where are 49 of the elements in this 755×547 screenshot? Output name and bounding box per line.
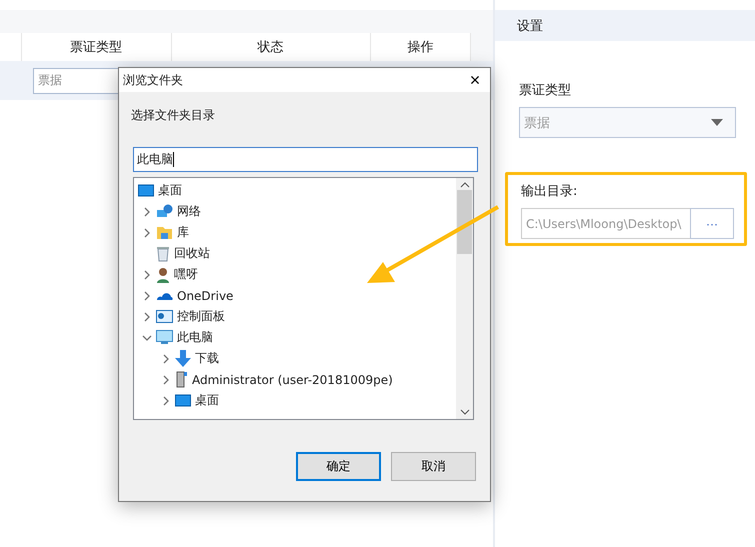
scrollbar-thumb[interactable] bbox=[457, 190, 472, 254]
folder-tree-item[interactable]: 库 bbox=[177, 224, 189, 241]
dialog-title: 浏览文件夹 bbox=[123, 72, 183, 88]
close-button[interactable]: × bbox=[460, 68, 490, 92]
panel-title: 设置 bbox=[495, 10, 755, 41]
folder-tree-item[interactable]: 嘿呀 bbox=[174, 266, 198, 283]
column-header: 票证类型 bbox=[22, 33, 172, 61]
ok-button[interactable]: 确定 bbox=[296, 452, 381, 481]
person-icon bbox=[156, 266, 170, 282]
chevron-right-icon[interactable] bbox=[161, 354, 171, 364]
folder-icon bbox=[156, 225, 173, 240]
field-label: 票证类型 bbox=[519, 82, 572, 99]
chevron-right-icon[interactable] bbox=[142, 290, 152, 300]
scrollbar[interactable] bbox=[456, 178, 473, 419]
chevron-right-icon[interactable] bbox=[142, 228, 152, 238]
scroll-up-icon[interactable] bbox=[460, 182, 470, 188]
folder-tree-item[interactable]: 网络 bbox=[177, 203, 201, 220]
down-arrow-icon bbox=[175, 350, 191, 367]
folder-tree-item[interactable]: 桌面 bbox=[195, 392, 219, 409]
folder-tree-item[interactable]: 桌面 bbox=[158, 182, 182, 199]
folder-tree-item[interactable]: 控制面板 bbox=[177, 308, 225, 325]
chevron-right-icon[interactable] bbox=[142, 270, 152, 280]
dialog-prompt: 选择文件夹目录 bbox=[131, 107, 216, 124]
column-header: 状态 bbox=[172, 33, 371, 61]
chevron-right-icon[interactable] bbox=[142, 206, 152, 216]
column-header: 操作 bbox=[370, 33, 471, 61]
chevron-right-icon[interactable] bbox=[161, 374, 171, 384]
recycle-bin-icon bbox=[156, 246, 170, 262]
folder-tree-item[interactable]: 回收站 bbox=[174, 245, 210, 262]
folder-tree-item[interactable]: Administrator (user-20181009pe) bbox=[192, 372, 393, 386]
folder-tree-item[interactable]: OneDrive bbox=[177, 288, 234, 302]
browse-button[interactable]: ··· bbox=[690, 208, 734, 239]
control-panel-icon bbox=[156, 310, 173, 324]
folder-tree-item[interactable]: 下载 bbox=[195, 350, 219, 367]
field-label: 输出目录: bbox=[521, 183, 578, 200]
folder-path-field[interactable]: 此电脑 bbox=[133, 147, 478, 172]
chevron-right-icon[interactable] bbox=[142, 312, 152, 322]
folder-tree-item[interactable]: 此电脑 bbox=[177, 329, 213, 346]
chevron-right-icon[interactable] bbox=[161, 396, 171, 406]
filter-input[interactable]: 票据 bbox=[33, 68, 119, 94]
dropdown-caret-icon bbox=[711, 119, 723, 126]
empty-header-cell bbox=[0, 33, 22, 61]
desktop-icon bbox=[138, 184, 154, 198]
scroll-down-icon[interactable] bbox=[460, 409, 470, 415]
computer-monitor-icon bbox=[156, 330, 173, 345]
chevron-down-icon[interactable] bbox=[142, 332, 152, 342]
cancel-button[interactable]: 取消 bbox=[391, 452, 476, 481]
network-globe-icon bbox=[156, 204, 173, 220]
desktop-icon bbox=[175, 394, 191, 408]
